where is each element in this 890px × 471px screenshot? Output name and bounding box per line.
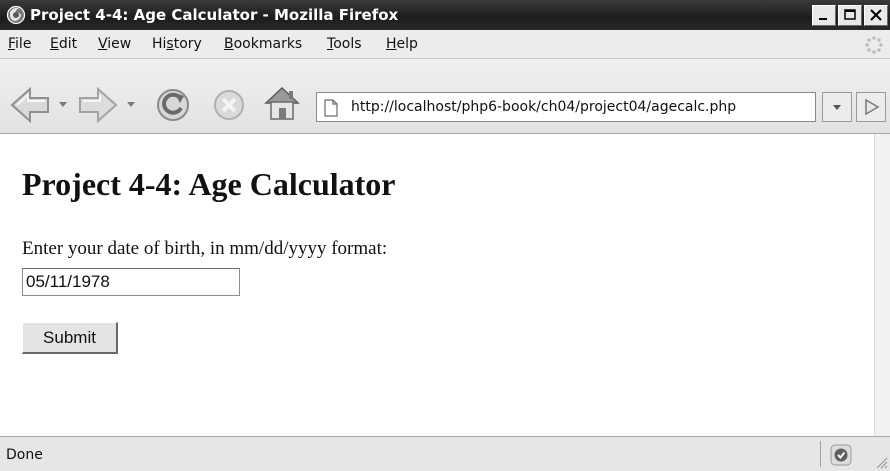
address-bar[interactable]: http://localhost/php6-book/ch04/project0… xyxy=(316,92,816,122)
go-arrow-icon xyxy=(865,98,880,116)
status-text: Done xyxy=(6,447,43,463)
menu-history[interactable]: History xyxy=(152,36,202,52)
vertical-scrollbar[interactable] xyxy=(874,134,890,436)
browser-window: Project 4-4: Age Calculator - Mozilla Fi… xyxy=(0,0,890,471)
stop-icon[interactable] xyxy=(210,87,248,123)
status-bar: Done xyxy=(0,436,890,471)
restore-icon xyxy=(844,9,856,20)
minimize-icon xyxy=(819,18,827,20)
menu-help[interactable]: Help xyxy=(386,36,418,52)
close-icon xyxy=(870,9,882,21)
reload-icon[interactable] xyxy=(154,87,192,123)
forward-dropdown-icon[interactable] xyxy=(126,101,136,109)
page-content: Project 4-4: Age Calculator Enter your d… xyxy=(0,134,874,436)
page-icon xyxy=(324,99,338,117)
submit-button[interactable]: Submit xyxy=(22,322,118,354)
minimize-button[interactable] xyxy=(812,5,836,26)
menu-bar: File Edit View History Bookmarks Tools H… xyxy=(0,30,890,59)
menu-edit[interactable]: Edit xyxy=(50,36,77,52)
menu-tools[interactable]: Tools xyxy=(327,36,362,52)
home-icon[interactable] xyxy=(262,83,302,123)
page-title: Project 4-4: Age Calculator xyxy=(22,166,396,202)
menu-view[interactable]: View xyxy=(98,36,131,52)
status-divider xyxy=(820,441,821,467)
go-button[interactable] xyxy=(856,92,886,122)
restore-button[interactable] xyxy=(838,5,862,26)
chevron-down-icon xyxy=(833,105,841,110)
back-icon[interactable] xyxy=(8,85,52,125)
throbber-icon xyxy=(865,36,883,54)
url-history-dropdown[interactable] xyxy=(822,92,852,122)
url-text: http://localhost/php6-book/ch04/project0… xyxy=(351,99,737,115)
forward-icon[interactable] xyxy=(76,85,120,125)
menu-file[interactable]: File xyxy=(8,36,31,52)
back-dropdown-icon[interactable] xyxy=(58,101,68,109)
resize-grip-icon[interactable] xyxy=(874,455,888,469)
window-title: Project 4-4: Age Calculator - Mozilla Fi… xyxy=(30,6,399,24)
menu-bookmarks[interactable]: Bookmarks xyxy=(224,36,302,52)
navigation-toolbar: http://localhost/php6-book/ch04/project0… xyxy=(0,59,890,134)
dob-label: Enter your date of birth, in mm/dd/yyyy … xyxy=(22,238,388,259)
security-status-icon[interactable] xyxy=(830,444,852,466)
window-controls xyxy=(812,5,888,26)
close-button[interactable] xyxy=(864,5,888,26)
dob-field[interactable] xyxy=(22,268,240,296)
title-bar[interactable]: Project 4-4: Age Calculator - Mozilla Fi… xyxy=(0,0,890,30)
firefox-icon xyxy=(6,5,26,25)
